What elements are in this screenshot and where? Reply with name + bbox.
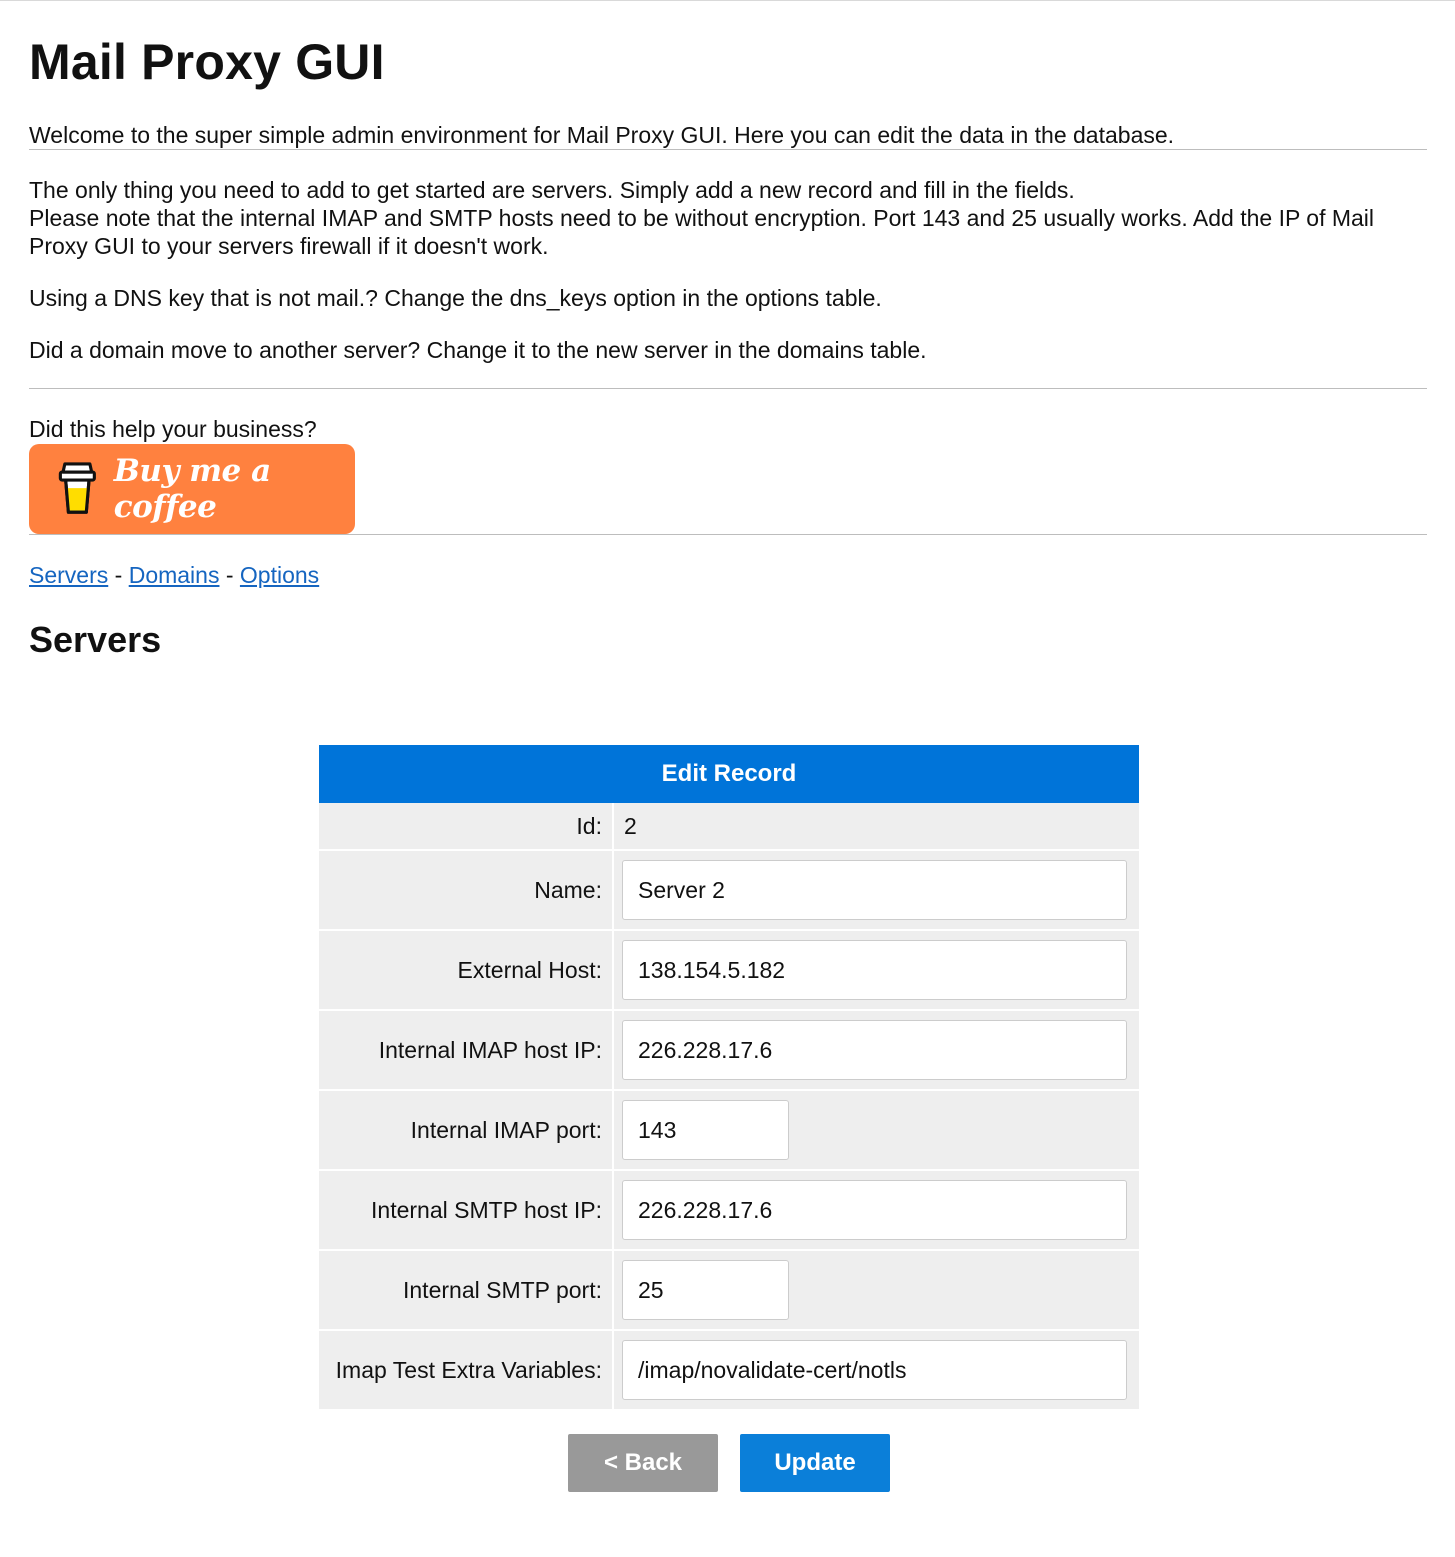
imap-port-input[interactable] xyxy=(622,1100,789,1160)
section-title: Servers xyxy=(29,619,162,660)
nav-separator: - xyxy=(114,562,123,588)
name-label: Name: xyxy=(319,851,614,929)
top-divider xyxy=(0,0,1455,1)
update-button[interactable]: Update xyxy=(740,1434,890,1492)
external-host-input[interactable] xyxy=(622,940,1127,1000)
divider xyxy=(29,149,1427,150)
smtp-host-label: Internal SMTP host IP: xyxy=(319,1171,614,1249)
imap-extra-label: Imap Test Extra Variables: xyxy=(319,1331,614,1409)
smtp-host-row: Internal SMTP host IP: xyxy=(319,1171,1139,1251)
nav-separator: - xyxy=(225,562,234,588)
id-row: Id: 2 xyxy=(319,803,1139,851)
id-value: 2 xyxy=(624,812,637,839)
imap-host-label: Internal IMAP host IP: xyxy=(319,1011,614,1089)
imap-extra-row: Imap Test Extra Variables: xyxy=(319,1331,1139,1409)
name-input[interactable] xyxy=(622,860,1127,920)
page-content: Mail Proxy GUI Welcome to the super simp… xyxy=(0,33,1455,661)
smtp-port-label: Internal SMTP port: xyxy=(319,1251,614,1329)
nav-link-domains[interactable]: Domains xyxy=(129,562,220,588)
smtp-port-input[interactable] xyxy=(622,1260,789,1320)
imap-port-row: Internal IMAP port: xyxy=(319,1091,1139,1171)
name-row: Name: xyxy=(319,851,1139,931)
nav-link-servers[interactable]: Servers xyxy=(29,562,108,588)
divider xyxy=(29,534,1427,535)
imap-host-row: Internal IMAP host IP: xyxy=(319,1011,1139,1091)
back-button[interactable]: < Back xyxy=(568,1434,718,1492)
divider xyxy=(29,388,1427,389)
external-host-label: External Host: xyxy=(319,931,614,1009)
external-host-row: External Host: xyxy=(319,931,1139,1011)
intro-line-1: The only thing you need to add to get st… xyxy=(29,177,1075,203)
page-title: Mail Proxy GUI xyxy=(29,34,385,90)
section-nav: Servers - Domains - Options xyxy=(29,561,1427,589)
intro-line-2: Please note that the internal IMAP and S… xyxy=(29,205,1375,259)
buy-me-a-coffee-button[interactable]: Buy me a coffee xyxy=(29,444,355,534)
coffee-button-label: Buy me a coffee xyxy=(113,453,271,525)
intro-section: The only thing you need to add to get st… xyxy=(29,176,1427,364)
id-label: Id: xyxy=(319,803,614,849)
domain-note: Did a domain move to another server? Cha… xyxy=(29,337,927,363)
smtp-host-input[interactable] xyxy=(622,1180,1127,1240)
form-header: Edit Record xyxy=(319,745,1139,803)
edit-record-form: Edit Record Id: 2 Name: External Host: I… xyxy=(319,745,1139,1409)
smtp-port-row: Internal SMTP port: xyxy=(319,1251,1139,1331)
imap-extra-input[interactable] xyxy=(622,1340,1127,1400)
form-actions: < Back Update xyxy=(568,1434,890,1492)
support-question: Did this help your business? xyxy=(29,416,317,442)
dns-note: Using a DNS key that is not mail.? Chang… xyxy=(29,285,882,311)
imap-host-input[interactable] xyxy=(622,1020,1127,1080)
coffee-cup-icon xyxy=(58,462,96,514)
welcome-text: Welcome to the super simple admin enviro… xyxy=(29,122,1175,148)
nav-link-options[interactable]: Options xyxy=(240,562,319,588)
imap-port-label: Internal IMAP port: xyxy=(319,1091,614,1169)
